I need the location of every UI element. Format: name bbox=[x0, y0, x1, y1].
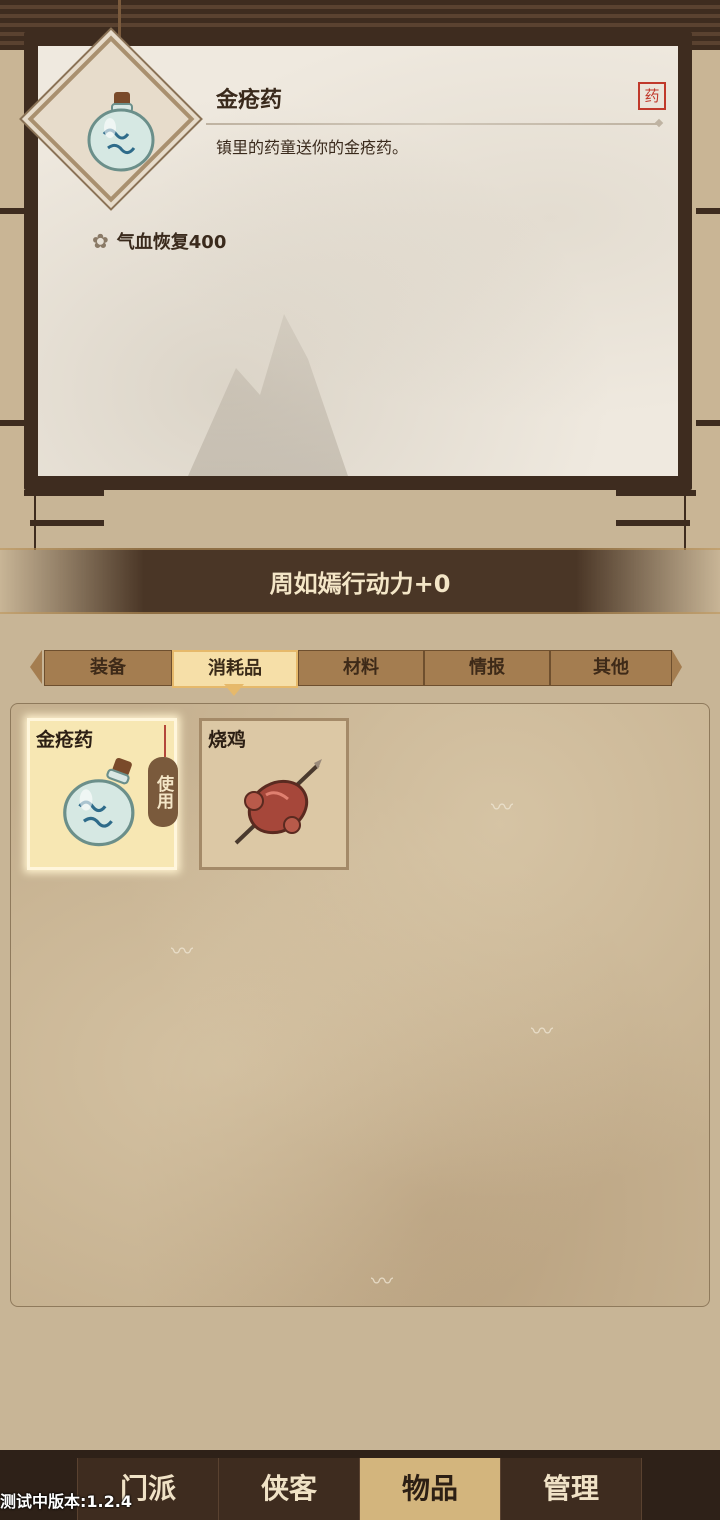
roast-chicken-icon bbox=[234, 759, 322, 845]
nav-manage[interactable]: 管理 bbox=[500, 1458, 642, 1520]
tab-left-cap bbox=[30, 650, 42, 684]
tab-consumables[interactable]: 消耗品 bbox=[172, 650, 298, 688]
bird-decoration: 〰 bbox=[491, 796, 514, 821]
tab-other[interactable]: 其他 bbox=[550, 650, 672, 686]
tab-equipment[interactable]: 装备 bbox=[44, 650, 172, 686]
title-divider bbox=[206, 123, 658, 125]
frame-bar bbox=[0, 420, 24, 426]
frame-bar bbox=[696, 208, 720, 214]
tab-right-cap bbox=[672, 650, 682, 684]
item-title: 金疮药 bbox=[216, 88, 283, 113]
tab-materials[interactable]: 材料 bbox=[298, 650, 424, 686]
item-description: 镇里的药童送你的金疮药。 bbox=[216, 138, 409, 157]
use-button[interactable]: 使用 bbox=[148, 757, 178, 827]
medicine-bottle-icon bbox=[87, 92, 155, 172]
nav-items[interactable]: 物品 bbox=[359, 1458, 501, 1520]
bird-decoration: 〰 bbox=[171, 940, 194, 965]
tab-intel[interactable]: 情报 bbox=[424, 650, 550, 686]
version-label: 测试中版本:1.2.4 bbox=[0, 1492, 132, 1511]
mountain-painting bbox=[188, 314, 348, 476]
action-points-banner: 周如嫣行动力+0 bbox=[0, 548, 720, 614]
active-tab-pointer bbox=[224, 684, 244, 696]
nav-heroes[interactable]: 侠客 bbox=[218, 1458, 360, 1520]
slot-item-name: 金疮药 bbox=[36, 729, 94, 751]
item-type-stamp: 药 bbox=[638, 82, 666, 110]
frame-bar bbox=[30, 520, 104, 526]
frame-bar bbox=[616, 490, 696, 496]
item-effect-text: 气血恢复400 bbox=[116, 232, 227, 253]
bird-decoration: 〰 bbox=[371, 1270, 394, 1295]
flower-icon: ✿ bbox=[92, 229, 109, 253]
frame-bar bbox=[24, 490, 104, 496]
frame-bar bbox=[616, 520, 690, 526]
medicine-bottle-icon bbox=[63, 757, 135, 847]
action-points-text: 周如嫣行动力+0 bbox=[269, 570, 451, 598]
frame-bar bbox=[696, 420, 720, 426]
frame-bar bbox=[0, 208, 24, 214]
inventory-panel: 〰 〰 〰 〰 金疮药 使用 烧鸡 bbox=[10, 703, 710, 1307]
use-tag-string bbox=[164, 725, 166, 757]
item-effect-row: ✿ 气血恢复400 bbox=[92, 228, 226, 254]
slot-item-name: 烧鸡 bbox=[208, 729, 247, 751]
inventory-slot[interactable]: 金疮药 使用 bbox=[27, 718, 178, 870]
inventory-tabs: 装备 消耗品 材料 情报 其他 bbox=[30, 650, 682, 688]
inventory-slot[interactable]: 烧鸡 bbox=[199, 718, 349, 870]
bird-decoration: 〰 bbox=[531, 1020, 554, 1045]
